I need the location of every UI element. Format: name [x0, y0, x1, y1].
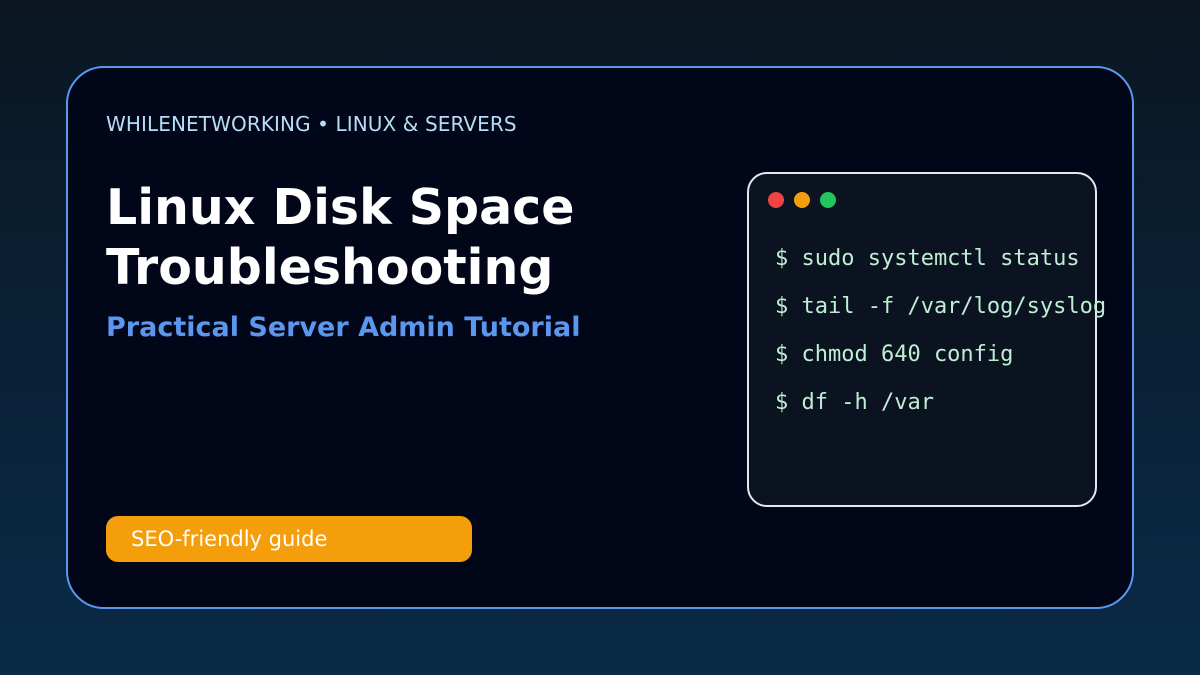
- title-line-2: Troubleshooting: [106, 239, 554, 296]
- terminal-window: $ sudo systemctl status $ tail -f /var/l…: [747, 172, 1106, 507]
- subtitle: Practical Server Admin Tutorial: [106, 312, 581, 343]
- maximize-dot-icon: [820, 192, 836, 208]
- page-title: Linux Disk Space Troubleshooting: [106, 178, 574, 298]
- guide-badge: SEO-friendly guide: [106, 516, 472, 562]
- close-dot-icon: [768, 192, 784, 208]
- hero-card: WHILENETWORKING • LINUX & SERVERS Linux …: [66, 66, 1134, 609]
- terminal-command-line: $ sudo systemctl status: [775, 246, 1080, 271]
- terminal-command-line: $ tail -f /var/log/syslog: [775, 294, 1107, 319]
- terminal-command-line: $ chmod 640 config: [775, 342, 1014, 367]
- minimize-dot-icon: [794, 192, 810, 208]
- title-line-1: Linux Disk Space: [106, 179, 575, 236]
- terminal-command-line: $ df -h /var: [775, 390, 934, 415]
- eyebrow-label: WHILENETWORKING • LINUX & SERVERS: [106, 112, 517, 136]
